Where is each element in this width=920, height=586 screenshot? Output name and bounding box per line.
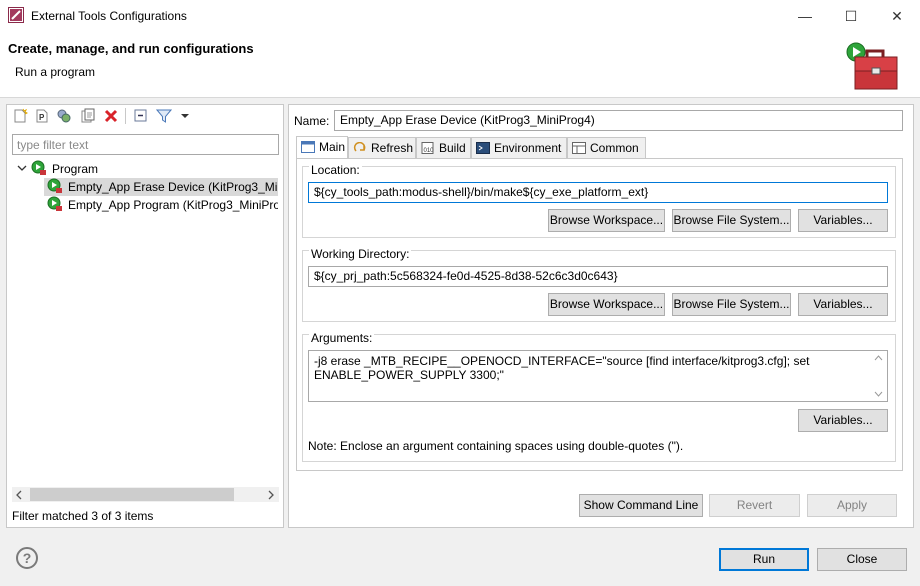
tab-build[interactable]: 010 Build (416, 137, 471, 158)
config-list-panel (6, 104, 284, 528)
working-directory-label: Working Directory: (309, 247, 412, 261)
scrollbar-thumb[interactable] (30, 488, 234, 501)
toolbar-separator (125, 108, 126, 124)
arguments-line-1: -j8 erase _MTB_RECIPE__OPENOCD_INTERFACE… (314, 354, 810, 368)
minimize-icon: — (798, 8, 812, 24)
program-config-icon (47, 178, 63, 194)
new-config-icon[interactable] (12, 108, 29, 124)
name-label: Name: (294, 114, 330, 128)
refresh-tab-icon (353, 141, 367, 154)
location-browse-file-system-button[interactable]: Browse File System... (672, 209, 791, 232)
arguments-line-2: ENABLE_POWER_SUPPLY 3300;" (314, 368, 504, 382)
location-variables-button[interactable]: Variables... (798, 209, 888, 232)
location-browse-workspace-button[interactable]: Browse Workspace... (548, 209, 665, 232)
header-subtitle: Run a program (15, 65, 96, 79)
help-icon[interactable]: ? (16, 547, 38, 569)
minimize-button[interactable]: — (782, 0, 828, 32)
chevron-down-icon[interactable] (17, 162, 27, 172)
svg-text:P: P (39, 113, 45, 122)
workdir-browse-file-system-button[interactable]: Browse File System... (672, 293, 791, 316)
program-config-icon (47, 196, 63, 212)
header-title: Create, manage, and run configurations (8, 41, 254, 56)
new-prototype-icon[interactable]: P (34, 108, 50, 124)
main-tab-icon (301, 141, 315, 153)
window-title: External Tools Configurations (31, 9, 187, 23)
show-command-line-button[interactable]: Show Command Line (579, 494, 703, 517)
svg-text:010: 010 (424, 148, 435, 154)
location-label: Location: (309, 163, 362, 177)
tree-item-program[interactable]: Empty_App Program (KitProg3_MiniProg4) (68, 196, 278, 214)
view-menu-icon[interactable] (177, 108, 193, 124)
location-input[interactable]: ${cy_tools_path:modus-shell}/bin/make${c… (308, 182, 888, 203)
arguments-textarea[interactable]: -j8 erase _MTB_RECIPE__OPENOCD_INTERFACE… (308, 350, 888, 402)
tree-item-erase-device[interactable]: Empty_App Erase Device (KitProg3_MiniPro… (68, 178, 278, 196)
name-input[interactable]: Empty_App Erase Device (KitProg3_MiniPro… (334, 110, 903, 131)
workdir-variables-button[interactable]: Variables... (798, 293, 888, 316)
working-directory-input[interactable]: ${cy_prj_path:5c568324-fe0d-4525-8d38-52… (308, 266, 888, 287)
duplicate-icon[interactable] (56, 108, 72, 124)
revert-button[interactable]: Revert (709, 494, 800, 517)
tab-environment[interactable]: Environment (471, 137, 567, 158)
arguments-label: Arguments: (309, 331, 375, 345)
arguments-variables-button[interactable]: Variables... (798, 409, 888, 432)
toolbox-run-icon (845, 41, 903, 93)
run-button[interactable]: Run (719, 548, 809, 571)
delete-icon[interactable] (103, 108, 119, 124)
close-window-button[interactable]: ✕ (874, 0, 920, 32)
maximize-button[interactable]: ☐ (828, 0, 874, 32)
scroll-right-icon[interactable] (266, 489, 276, 500)
close-icon: ✕ (891, 8, 903, 24)
tab-common[interactable]: Common (567, 137, 646, 158)
tree-category-program[interactable]: Program (52, 160, 98, 178)
filter-status: Filter matched 3 of 3 items (12, 509, 154, 523)
workdir-browse-workspace-button[interactable]: Browse Workspace... (548, 293, 665, 316)
common-tab-icon (572, 142, 586, 154)
tab-main[interactable]: Main (296, 136, 348, 159)
filter-input[interactable] (12, 134, 279, 155)
maximize-icon: ☐ (844, 8, 858, 24)
close-button[interactable]: Close (817, 548, 907, 571)
build-tab-icon: 010 (421, 142, 435, 154)
app-icon (8, 7, 24, 23)
export-icon[interactable] (80, 108, 96, 124)
collapse-all-icon[interactable] (133, 108, 149, 124)
arguments-vertical-scrollbar[interactable] (870, 351, 887, 401)
tab-refresh[interactable]: Refresh (348, 137, 416, 158)
filter-icon[interactable] (155, 108, 173, 124)
program-category-icon (31, 160, 47, 176)
scroll-left-icon[interactable] (14, 489, 24, 500)
apply-button[interactable]: Apply (807, 494, 897, 517)
environment-tab-icon (476, 142, 490, 154)
arguments-note: Note: Enclose an argument containing spa… (308, 439, 684, 453)
